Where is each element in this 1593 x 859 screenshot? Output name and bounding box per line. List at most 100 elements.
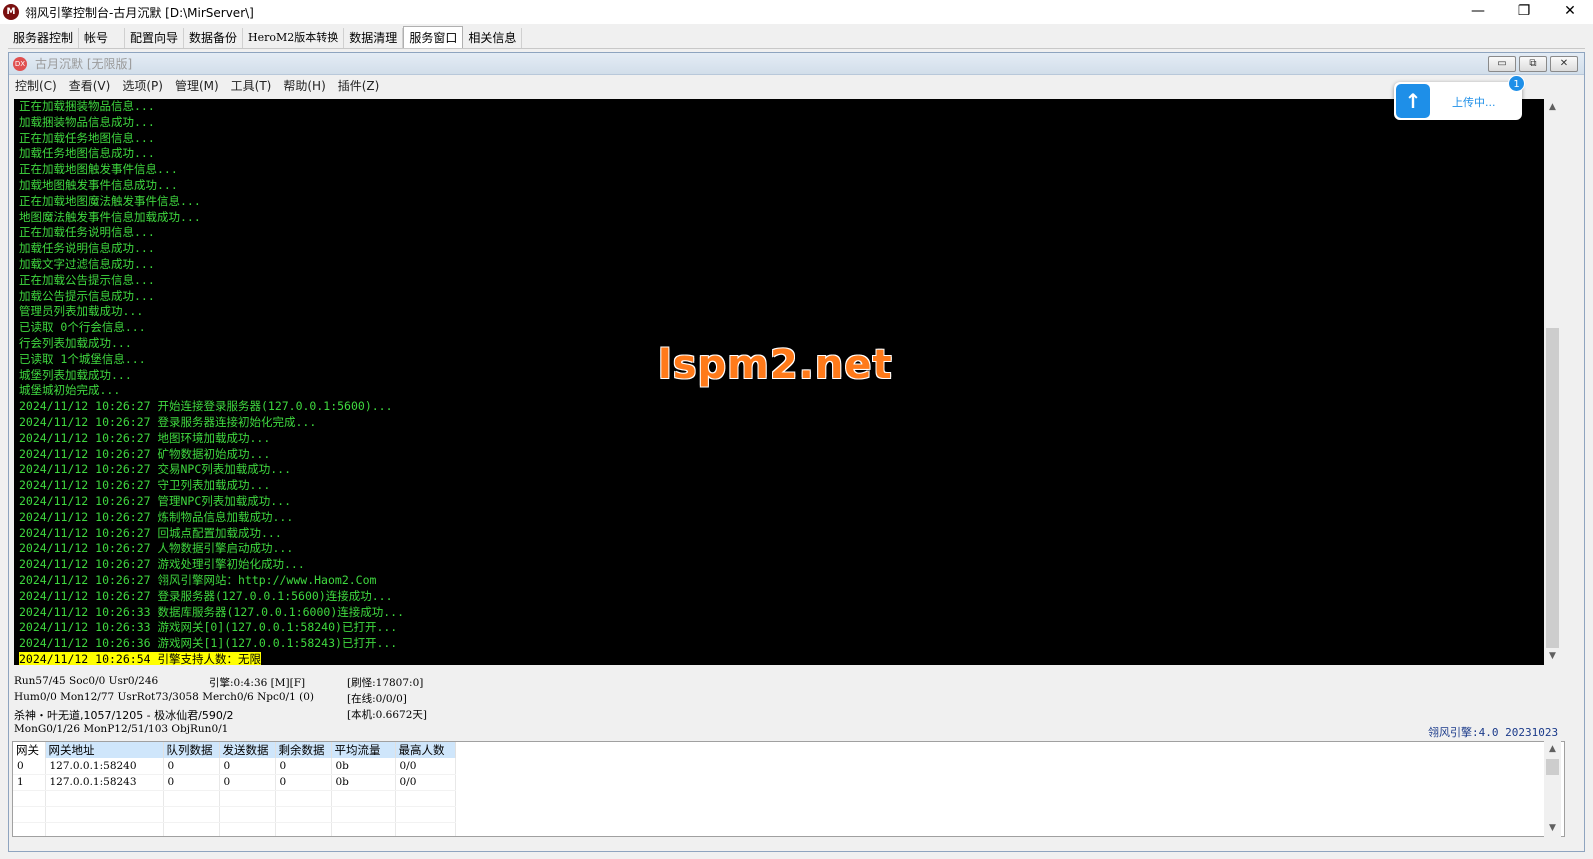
cell-max-users: 0/0 bbox=[395, 758, 456, 775]
header-max-users[interactable]: 最高人数 bbox=[395, 742, 456, 758]
cell-max-users: 0/0 bbox=[395, 774, 456, 791]
console-line: 2024/11/12 10:26:27 地图环境加载成功... bbox=[19, 430, 271, 445]
status-engine-time: 引擎:0:4:36 [M][F] bbox=[209, 677, 306, 689]
upload-arrow-icon: ↑ bbox=[1396, 84, 1430, 118]
cell-queue: 0 bbox=[163, 774, 220, 791]
header-address[interactable]: 网关地址 bbox=[45, 742, 164, 758]
console-line: 2024/11/12 10:26:27 管理NPC列表加载成功... bbox=[19, 493, 292, 508]
menu-tools[interactable]: 工具(T) bbox=[231, 77, 272, 94]
cell-remaining: 0 bbox=[275, 758, 332, 775]
tab-account[interactable]: 帐号 bbox=[79, 28, 126, 48]
console-line: 管理员列表加载成功... bbox=[19, 304, 144, 319]
console-scrollbar[interactable]: ▲ ▼ bbox=[1544, 99, 1561, 665]
minimize-button[interactable]: — bbox=[1455, 0, 1501, 24]
console-line: 正在加载任务说明信息... bbox=[19, 225, 155, 240]
table-row-empty[interactable] bbox=[13, 822, 456, 836]
menu-options[interactable]: 选项(P) bbox=[122, 77, 163, 94]
console-line: 2024/11/12 10:26:27 翎风引擎网站：http://www.Ha… bbox=[19, 572, 377, 587]
tab-data-backup[interactable]: 数据备份 bbox=[184, 28, 244, 48]
table-row[interactable]: 1 127.0.0.1:58243 0 0 0 0b 0/0 bbox=[13, 774, 456, 791]
console-line: 2024/11/12 10:26:36 游戏网关[1](127.0.0.1:58… bbox=[19, 636, 398, 651]
tab-related-info[interactable]: 相关信息 bbox=[463, 28, 523, 48]
menu-view[interactable]: 查看(V) bbox=[69, 77, 111, 94]
cell-avg-traffic: 0b bbox=[331, 758, 396, 775]
cell-avg-traffic: 0b bbox=[331, 774, 396, 791]
console-line-highlighted: 2024/11/12 10:26:54 引擎支持人数：无限 bbox=[14, 651, 1544, 665]
menu-control[interactable]: 控制(C) bbox=[15, 77, 57, 94]
console-line: 地图魔法触发事件信息加载成功... bbox=[19, 209, 201, 224]
console-line: 2024/11/12 10:26:27 矿物数据初始成功... bbox=[19, 446, 271, 461]
header-queue[interactable]: 队列数据 bbox=[163, 742, 220, 758]
cell-sent: 0 bbox=[219, 774, 276, 791]
status-uptime: [本机:0.6672天] bbox=[347, 709, 427, 721]
console-line: 2024/11/12 10:26:27 交易NPC列表加载成功... bbox=[19, 462, 292, 477]
maximize-button[interactable]: ❐ bbox=[1501, 0, 1547, 24]
console-line: 加载地图触发事件信息成功... bbox=[19, 177, 178, 192]
cell-address: 127.0.0.1:58240 bbox=[45, 758, 164, 775]
cell-gateway: 0 bbox=[13, 758, 46, 775]
dx-logo-icon: DX bbox=[13, 56, 27, 71]
header-remaining[interactable]: 剩余数据 bbox=[275, 742, 332, 758]
console-line: 2024/11/12 10:26:27 炼制物品信息加载成功... bbox=[19, 509, 294, 524]
console-line: 正在加载公告提示信息... bbox=[19, 272, 155, 287]
top-tab-bar: 服务器控制 帐号 配置向导 数据备份 HeroM2版本转换 数据清理 服务窗口 … bbox=[8, 26, 523, 48]
menu-plugins[interactable]: 插件(Z) bbox=[338, 77, 380, 94]
tab-service-window[interactable]: 服务窗口 bbox=[403, 26, 464, 48]
console-line: 加载捆装物品信息成功... bbox=[19, 114, 155, 129]
menu-manage[interactable]: 管理(M) bbox=[175, 77, 219, 94]
inner-restore-button[interactable]: ⧉ bbox=[1519, 56, 1547, 72]
window-titlebar: M 翎风引擎控制台-古月沉默 [D:\MirServer\] — ❐ ✕ bbox=[0, 0, 1593, 24]
close-button[interactable]: ✕ bbox=[1547, 0, 1593, 24]
console-line: 2024/11/12 10:26:27 守卫列表加载成功... bbox=[19, 478, 271, 493]
inner-window: DX 古月沉默 [无限版] ▭ ⧉ ✕ 控制(C) 查看(V) 选项(P) 管理… bbox=[8, 52, 1585, 852]
scroll-up-icon[interactable]: ▲ bbox=[1544, 99, 1561, 116]
console-line: 2024/11/12 10:26:27 回城点配置加载成功... bbox=[19, 525, 282, 540]
console-line: 加载任务地图信息成功... bbox=[19, 146, 155, 161]
tab-data-clean[interactable]: 数据清理 bbox=[344, 28, 404, 48]
menu-bar: 控制(C) 查看(V) 选项(P) 管理(M) 工具(T) 帮助(H) 插件(Z… bbox=[9, 75, 1584, 95]
console-line: 2024/11/12 10:26:27 登录服务器(127.0.0.1:5600… bbox=[19, 588, 393, 603]
table-row-empty[interactable] bbox=[13, 806, 456, 823]
status-run: Run57/45 Soc0/0 Usr0/246 bbox=[14, 675, 159, 687]
status-mon: MonG0/1/26 MonP12/51/103 ObjRun0/1 bbox=[14, 723, 229, 735]
console-line: 正在加载地图触发事件信息... bbox=[19, 162, 178, 177]
inner-minimize-button[interactable]: ▭ bbox=[1488, 56, 1516, 72]
gateway-table: 网关 网关地址 队列数据 发送数据 剩余数据 平均流量 最高人数 0 127.0… bbox=[13, 742, 456, 836]
cell-address: 127.0.0.1:58243 bbox=[45, 774, 164, 791]
scroll-down-icon[interactable]: ▼ bbox=[1544, 648, 1561, 665]
table-scroll-thumb[interactable] bbox=[1546, 759, 1559, 775]
menu-help[interactable]: 帮助(H) bbox=[283, 77, 325, 94]
table-scroll-down-icon[interactable]: ▼ bbox=[1544, 820, 1561, 837]
console-highlight-text: 2024/11/12 10:26:54 引擎支持人数：无限 bbox=[19, 651, 261, 665]
inner-close-button[interactable]: ✕ bbox=[1550, 56, 1578, 72]
console-scroll-thumb[interactable] bbox=[1546, 328, 1559, 648]
inner-titlebar: DX 古月沉默 [无限版] ▭ ⧉ ✕ bbox=[9, 53, 1584, 75]
inner-window-title: 古月沉默 [无限版] bbox=[35, 57, 133, 71]
status-monster-refresh: [刷怪:17807:0] bbox=[347, 677, 424, 689]
header-sent[interactable]: 发送数据 bbox=[219, 742, 276, 758]
tab-herom2-convert[interactable]: HeroM2版本转换 bbox=[243, 28, 345, 48]
tab-config-wizard[interactable]: 配置向导 bbox=[125, 28, 185, 48]
table-scroll-up-icon[interactable]: ▲ bbox=[1544, 741, 1561, 758]
engine-version: 翎风引擎:4.0 20231023 bbox=[1428, 726, 1559, 739]
cell-queue: 0 bbox=[163, 758, 220, 775]
console-line: 2024/11/12 10:26:27 游戏处理引擎初始化成功... bbox=[19, 557, 305, 572]
upload-widget[interactable]: ↑ 上传中... 1 bbox=[1394, 75, 1525, 120]
status-online: [在线:0/0/0] bbox=[347, 693, 407, 705]
gateway-table-container: 网关 网关地址 队列数据 发送数据 剩余数据 平均流量 最高人数 0 127.0… bbox=[12, 741, 1565, 837]
status-players: 杀神・叶无道,1057/1205 - 极冰仙君/590/2 bbox=[14, 709, 234, 722]
console-line: 2024/11/12 10:26:33 游戏网关[0](127.0.0.1:58… bbox=[19, 620, 398, 635]
console-line: 加载任务说明信息成功... bbox=[19, 241, 155, 256]
watermark-text: lspm2.net bbox=[658, 342, 893, 388]
header-gateway[interactable]: 网关 bbox=[13, 742, 46, 758]
table-row[interactable]: 0 127.0.0.1:58240 0 0 0 0b 0/0 bbox=[13, 758, 456, 775]
table-row-empty[interactable] bbox=[13, 790, 456, 807]
tab-server-control[interactable]: 服务器控制 bbox=[8, 28, 80, 48]
console-line: 正在加载捆装物品信息... bbox=[19, 99, 155, 113]
upload-badge: 1 bbox=[1508, 75, 1525, 92]
console-line: 加载文字过滤信息成功... bbox=[19, 256, 155, 271]
console-line: 正在加载地图魔法触发事件信息... bbox=[19, 193, 201, 208]
table-scrollbar[interactable]: ▲ ▼ bbox=[1544, 741, 1561, 837]
upload-status: 上传中... bbox=[1452, 96, 1496, 109]
header-avg-traffic[interactable]: 平均流量 bbox=[331, 742, 396, 758]
